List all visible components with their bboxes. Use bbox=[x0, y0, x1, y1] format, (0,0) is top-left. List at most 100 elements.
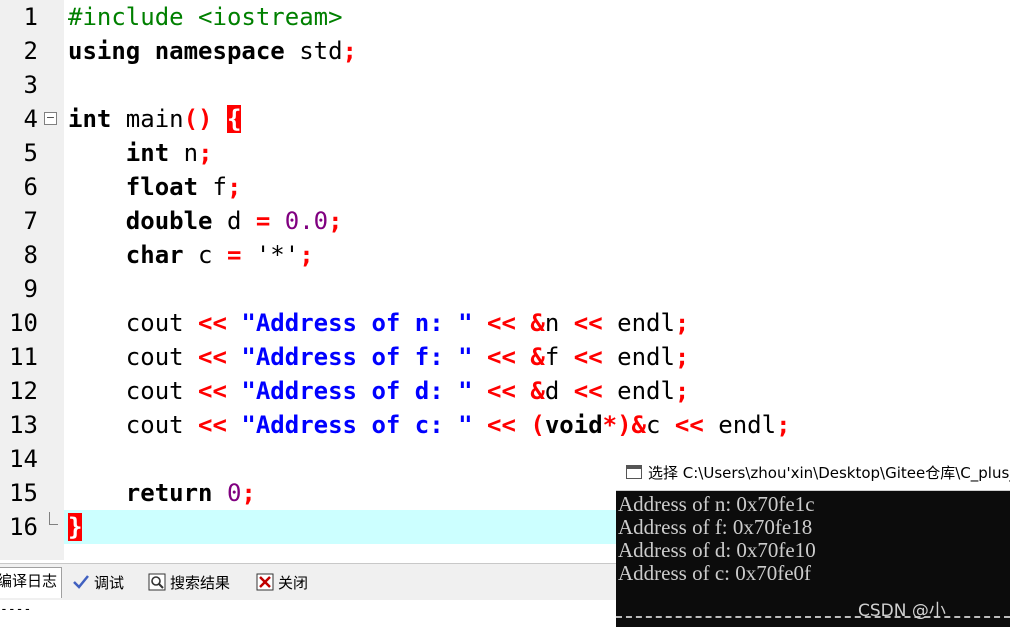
compile-log-label: 编译日志 bbox=[0, 572, 58, 590]
console-title: 选择 C:\Users\zhou'xin\Desktop\Gitee仓库\C_p… bbox=[648, 464, 1010, 482]
bottom-tab-bar: 编译日志 调试 搜索结果 关闭 bbox=[0, 563, 616, 600]
identifier: d bbox=[544, 377, 560, 405]
close-icon bbox=[256, 573, 274, 591]
close-label: 关闭 bbox=[278, 574, 309, 592]
keyword: void bbox=[544, 411, 603, 439]
code-line: int main() { bbox=[68, 102, 242, 136]
watermark: CSDN @小 bbox=[858, 601, 946, 621]
console-window-icon bbox=[626, 465, 642, 479]
operator: << bbox=[198, 309, 227, 337]
search-icon bbox=[148, 573, 166, 591]
console-output-line: Address of f: 0x70fe18 bbox=[618, 515, 813, 539]
tab-close[interactable]: 关闭 bbox=[256, 570, 308, 596]
identifier: endl bbox=[703, 411, 777, 439]
console-divider bbox=[616, 616, 1010, 618]
fold-end-marker bbox=[49, 512, 58, 525]
tab-search-results[interactable]: 搜索结果 bbox=[148, 570, 230, 596]
identifier: c bbox=[183, 241, 227, 269]
compile-log-output: ---- bbox=[0, 600, 616, 627]
console-output-line: Address of c: 0x70fe0f bbox=[618, 561, 812, 585]
code-line: } bbox=[68, 510, 83, 544]
keyword: char bbox=[68, 241, 184, 269]
string-literal: "Address of f: " bbox=[226, 343, 473, 371]
identifier: d bbox=[212, 207, 256, 235]
matched-brace: } bbox=[68, 513, 83, 541]
semicolon: ; bbox=[674, 309, 690, 337]
tab-debug[interactable]: 调试 bbox=[72, 570, 124, 596]
code-line: #include <iostream> bbox=[68, 0, 343, 34]
keyword: int bbox=[68, 105, 112, 133]
operator: << bbox=[198, 411, 227, 439]
line-number: 1 bbox=[23, 3, 38, 31]
code-line: cout << "Address of c: " << (void*)&c <<… bbox=[68, 408, 791, 442]
string-literal: "Address of d: " bbox=[226, 377, 473, 405]
char-literal: '*' bbox=[241, 241, 300, 269]
console-output-line: Address of d: 0x70fe10 bbox=[618, 538, 816, 562]
keyword: using namespace bbox=[68, 37, 285, 65]
identifier: main bbox=[111, 105, 184, 133]
identifier: endl bbox=[602, 343, 675, 371]
line-number: 8 bbox=[23, 241, 38, 269]
number-literal: 0 bbox=[212, 479, 242, 507]
line-number: 16 bbox=[9, 513, 38, 541]
semicolon: ; bbox=[342, 37, 357, 65]
matched-brace: { bbox=[226, 105, 242, 133]
keyword: return bbox=[68, 479, 213, 507]
semicolon: ; bbox=[674, 343, 690, 371]
semicolon: ; bbox=[241, 479, 256, 507]
tab-compile-log[interactable]: 编译日志 bbox=[0, 567, 63, 598]
line-number: 2 bbox=[23, 37, 38, 65]
string-literal: "Address of n: " bbox=[226, 309, 473, 337]
identifier: f bbox=[198, 173, 227, 201]
operator: << bbox=[198, 343, 227, 371]
fold-collapse-icon[interactable]: − bbox=[44, 112, 57, 125]
line-number: 3 bbox=[23, 71, 38, 99]
operator: *)& bbox=[602, 411, 647, 439]
line-number: 6 bbox=[23, 173, 38, 201]
line-number: 13 bbox=[9, 411, 38, 439]
identifier: n bbox=[169, 139, 199, 167]
operator: << bbox=[472, 343, 516, 371]
operator: & bbox=[515, 343, 545, 371]
debug-label: 调试 bbox=[94, 574, 125, 592]
keyword: float bbox=[68, 173, 199, 201]
operator: << bbox=[559, 309, 603, 337]
identifier: cout bbox=[68, 377, 199, 405]
operator: << bbox=[472, 411, 516, 439]
code-line: double d = 0.0; bbox=[68, 204, 343, 238]
identifier: n bbox=[544, 309, 560, 337]
line-number: 12 bbox=[9, 377, 38, 405]
line-number: 5 bbox=[23, 139, 38, 167]
identifier: endl bbox=[602, 377, 675, 405]
code-line: float f; bbox=[68, 170, 242, 204]
operator: << bbox=[472, 309, 516, 337]
code-line: cout << "Address of d: " << &d << endl; bbox=[68, 374, 690, 408]
identifier: std bbox=[284, 37, 343, 65]
console-output-line: Address of n: 0x70fe1c bbox=[618, 492, 815, 516]
operator: & bbox=[515, 377, 545, 405]
identifier: endl bbox=[602, 309, 675, 337]
semicolon: ; bbox=[776, 411, 791, 439]
operator: = bbox=[255, 207, 271, 235]
identifier: cout bbox=[68, 411, 199, 439]
semicolon: ; bbox=[328, 207, 343, 235]
log-line: ---- bbox=[0, 602, 32, 617]
identifier: cout bbox=[68, 309, 199, 337]
console-window[interactable]: 选择 C:\Users\zhou'xin\Desktop\Gitee仓库\C_p… bbox=[616, 456, 1010, 627]
operator: << bbox=[472, 377, 516, 405]
code-line: cout << "Address of n: " << &n << endl; bbox=[68, 306, 690, 340]
semicolon: ; bbox=[299, 241, 314, 269]
identifier: c bbox=[646, 411, 661, 439]
console-title-bar[interactable]: 选择 C:\Users\zhou'xin\Desktop\Gitee仓库\C_p… bbox=[616, 456, 1010, 491]
checkmark-icon bbox=[73, 575, 89, 589]
code-line: char c = '*'; bbox=[68, 238, 314, 272]
operator: << bbox=[660, 411, 704, 439]
keyword: double bbox=[68, 207, 213, 235]
line-number: 7 bbox=[23, 207, 38, 235]
line-number: 15 bbox=[9, 479, 38, 507]
operator: = bbox=[226, 241, 242, 269]
line-number: 4 bbox=[23, 105, 38, 133]
parentheses: () bbox=[183, 105, 213, 133]
string-literal: "Address of c: " bbox=[226, 411, 473, 439]
